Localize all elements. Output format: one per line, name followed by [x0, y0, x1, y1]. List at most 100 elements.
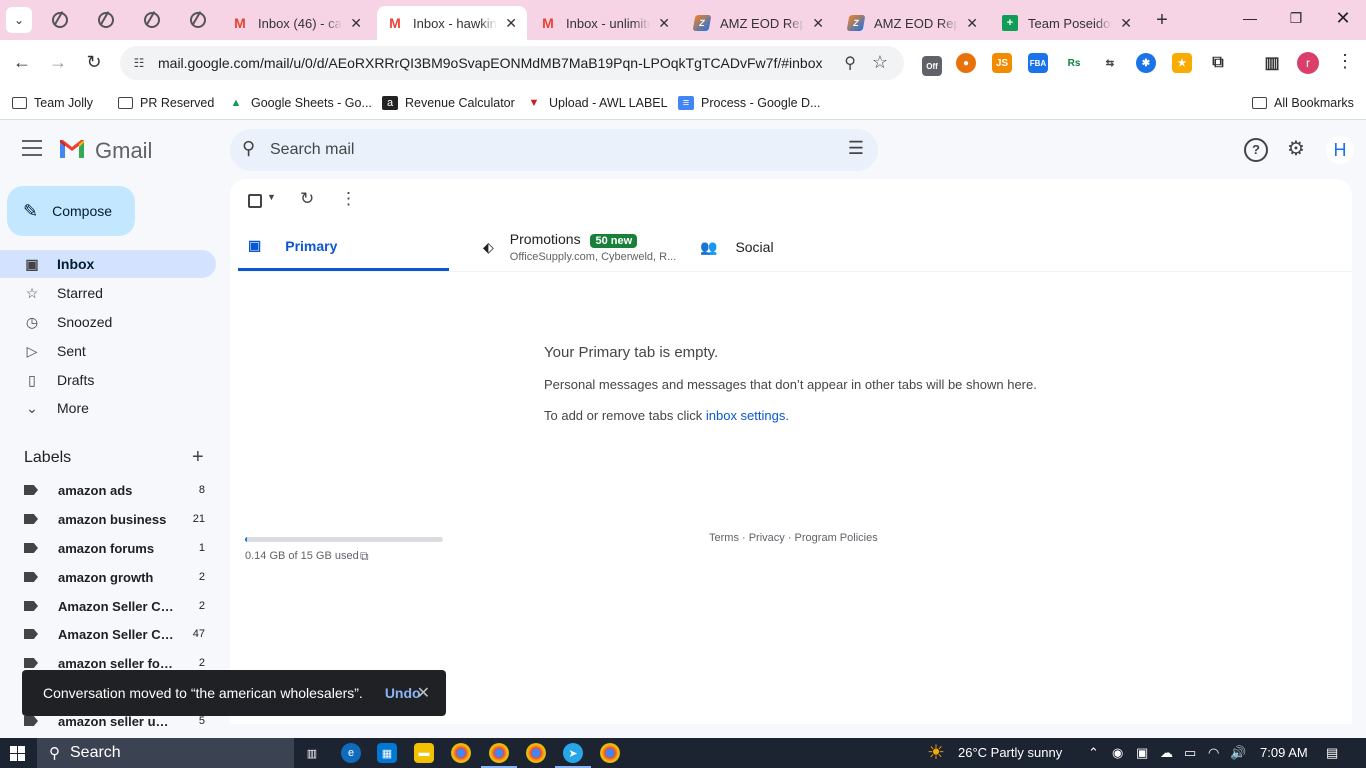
chrome-icon[interactable]	[481, 743, 517, 768]
browser-tab[interactable]: Z AMZ EOD Repo ✕	[684, 6, 834, 40]
tab-promotions[interactable]: ⬖ Promotions 50 new OfficeSupply.com, Cy…	[473, 223, 683, 271]
label-item[interactable]: Amazon Seller Ce... 47	[0, 620, 216, 648]
label-item[interactable]: amazon forums 1	[0, 534, 216, 562]
tab-social[interactable]: 👥 Social	[690, 223, 900, 271]
more-options-icon[interactable]: ⋮	[340, 189, 357, 209]
back-arrow-icon[interactable]: ←	[10, 50, 34, 74]
footer-links[interactable]: Terms · Privacy · Program Policies	[709, 532, 878, 544]
tab-search-chevron-icon[interactable]: ⌄	[6, 7, 32, 33]
nav-item-sent[interactable]: ▷ Sent	[0, 337, 216, 365]
bookmark-pr-reserved[interactable]: PR Reserved	[118, 92, 214, 114]
account-avatar[interactable]: H	[1326, 136, 1354, 164]
extension-js-icon[interactable]: JS	[992, 53, 1012, 73]
browser-tab[interactable]: M Inbox (46) - cas ✕	[222, 6, 372, 40]
task-view-icon[interactable]: ▥	[302, 743, 322, 763]
close-tab-icon[interactable]: ✕	[812, 15, 824, 32]
close-tab-icon[interactable]: ✕	[1120, 15, 1132, 32]
extension-fba-icon[interactable]: FBA	[1028, 53, 1048, 73]
restore-window-icon[interactable]: ❐	[1286, 10, 1306, 27]
clock-text[interactable]: 7:09 AM	[1260, 745, 1308, 760]
weather-text[interactable]: 26°C Partly sunny	[958, 745, 1062, 760]
zoom-icon[interactable]: ⚲	[844, 53, 856, 73]
extension-globe-icon[interactable]: ✱	[1136, 53, 1156, 73]
extension-off-icon[interactable]: Off	[922, 56, 942, 76]
url-text[interactable]: mail.google.com/mail/u/0/d/AEoRXRRrQI3BM…	[158, 55, 823, 71]
compose-button[interactable]: ✎ Compose	[7, 186, 135, 236]
windows-start-icon[interactable]	[10, 746, 25, 761]
taskbar-search[interactable]: ⚲ Search	[37, 738, 294, 768]
telegram-icon[interactable]: ➤	[555, 743, 591, 768]
browser-tab[interactable]: + Team Poseidon ✕	[992, 6, 1142, 40]
browser-tab[interactable]: M Inbox - unlimite ✕	[530, 6, 680, 40]
label-item[interactable]: amazon growth 2	[0, 563, 216, 591]
nav-item-drafts[interactable]: ▯ Drafts	[0, 366, 216, 394]
close-window-icon[interactable]: ✕	[1333, 8, 1353, 29]
reload-icon[interactable]: ↻	[82, 50, 106, 74]
search-options-icon[interactable]: ☰	[848, 138, 864, 159]
undo-button[interactable]: Undo	[385, 685, 421, 701]
extension-arrows-icon[interactable]: ⇆	[1100, 53, 1120, 73]
weather-icon[interactable]: ☀	[927, 740, 945, 765]
main-menu-icon[interactable]	[22, 140, 42, 156]
label-item[interactable]: amazon business 21	[0, 505, 216, 533]
minimize-window-icon[interactable]: —	[1240, 10, 1260, 26]
search-icon[interactable]: ⚲	[242, 138, 255, 159]
bookmark-star-icon[interactable]: ☆	[872, 52, 888, 73]
notifications-icon[interactable]: ▤	[1326, 745, 1338, 761]
browser-tab[interactable]: Z AMZ EOD Repo ✕	[838, 6, 988, 40]
pinned-tab-icon[interactable]	[52, 12, 68, 28]
select-caret-icon[interactable]: ▼	[267, 192, 276, 202]
chrome-icon[interactable]	[526, 743, 546, 763]
pinned-tab-icon[interactable]	[144, 12, 160, 28]
tab-primary[interactable]: ▣ Primary	[238, 223, 449, 271]
extension-circle-icon[interactable]: ●	[956, 53, 976, 73]
pinned-tab-icon[interactable]	[190, 12, 206, 28]
nav-item-more[interactable]: ⌄ More	[0, 394, 216, 422]
extensions-puzzle-icon[interactable]: ⧉	[1208, 53, 1228, 73]
nav-item-inbox[interactable]: ▣ Inbox	[0, 250, 216, 278]
tray-chevron-up-icon[interactable]: ⌃	[1088, 745, 1099, 761]
tray-record-icon[interactable]: ◉	[1112, 745, 1123, 761]
bookmark-team-jolly[interactable]: Team Jolly	[12, 92, 93, 114]
chrome-profile-avatar[interactable]: r	[1297, 52, 1319, 74]
side-panel-icon[interactable]: ▥	[1262, 53, 1282, 73]
tray-wifi-icon[interactable]: ◠	[1208, 745, 1219, 761]
browser-tab-active[interactable]: M Inbox - hawkins ✕	[377, 6, 527, 40]
nav-item-snoozed[interactable]: ◷ Snoozed	[0, 308, 216, 336]
chrome-icon[interactable]	[451, 743, 471, 763]
new-tab-button[interactable]: +	[1150, 8, 1174, 32]
site-info-icon[interactable]: ☷	[128, 52, 150, 74]
help-icon[interactable]: ?	[1244, 138, 1268, 162]
search-input[interactable]	[270, 137, 830, 163]
address-bar[interactable]: ☷ mail.google.com/mail/u/0/d/AEoRXRRrQI3…	[120, 46, 904, 80]
close-tab-icon[interactable]: ✕	[505, 15, 517, 32]
gmail-logo-icon[interactable]	[58, 138, 86, 160]
file-explorer-icon[interactable]: ▬	[414, 743, 434, 763]
label-item[interactable]: amazon ads 8	[0, 476, 216, 504]
bookmark-upload-awl-label[interactable]: ▼ Upload - AWL LABEL	[526, 92, 668, 114]
settings-gear-icon[interactable]: ⚙	[1284, 138, 1308, 162]
chrome-menu-icon[interactable]: ⋮	[1336, 51, 1354, 72]
chrome-icon[interactable]	[600, 743, 620, 763]
close-tab-icon[interactable]: ✕	[966, 15, 978, 32]
open-external-icon[interactable]: ⧉	[360, 549, 369, 564]
extension-star-icon[interactable]: ★	[1172, 53, 1192, 73]
close-tab-icon[interactable]: ✕	[658, 15, 670, 32]
tray-battery-icon[interactable]: ▭	[1184, 745, 1196, 761]
close-icon[interactable]: ✕	[417, 683, 430, 703]
extension-rs-icon[interactable]: Rs	[1064, 53, 1084, 73]
tray-onedrive-icon[interactable]: ☁	[1160, 745, 1173, 761]
all-bookmarks-button[interactable]: All Bookmarks	[1252, 92, 1354, 114]
edge-browser-icon[interactable]: e	[341, 743, 361, 763]
forward-arrow-icon[interactable]: →	[46, 50, 70, 74]
label-item[interactable]: Amazon Seller Cen... 2	[0, 592, 216, 620]
select-all-checkbox[interactable]	[248, 194, 262, 208]
bookmark-process-google-docs[interactable]: ≡ Process - Google D...	[678, 92, 821, 114]
pinned-tab-icon[interactable]	[98, 12, 114, 28]
add-label-icon[interactable]: +	[192, 446, 204, 469]
close-tab-icon[interactable]: ✕	[350, 15, 362, 32]
bookmark-google-sheets[interactable]: ▲ Google Sheets - Go...	[228, 92, 372, 114]
bookmark-revenue-calculator[interactable]: a Revenue Calculator	[382, 92, 515, 114]
store-icon[interactable]: ▦	[377, 743, 397, 763]
inbox-settings-link[interactable]: inbox settings	[706, 408, 786, 423]
